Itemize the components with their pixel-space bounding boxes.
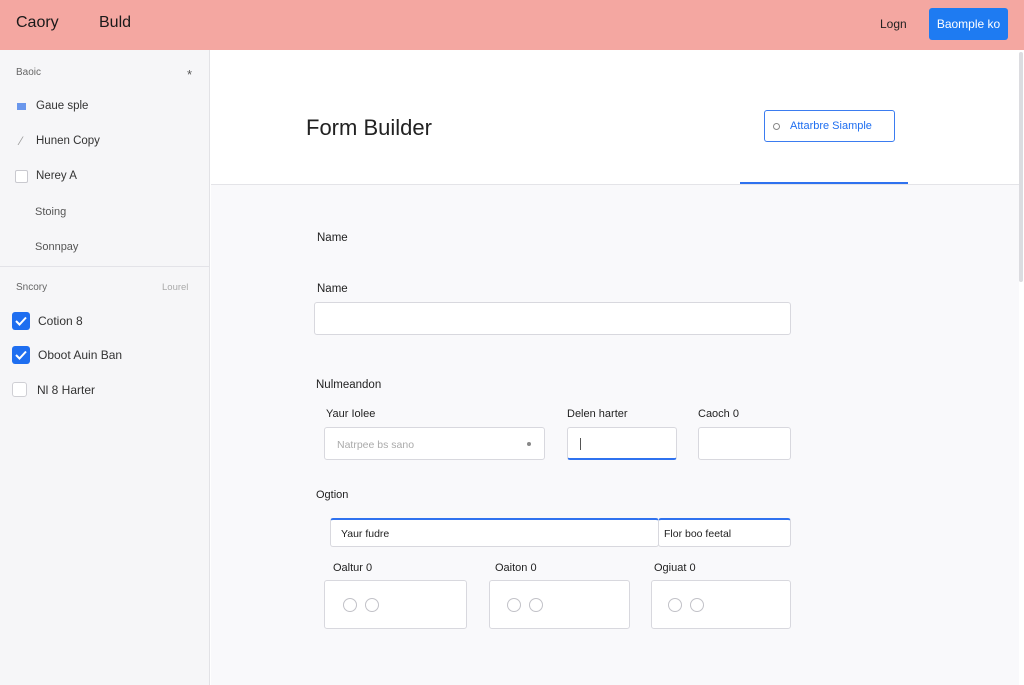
sidebar-item-label: Gaue sple: [36, 100, 89, 112]
field1-label: Yaur Iolee: [326, 408, 376, 420]
page-title: Form Builder: [306, 115, 432, 140]
options-row-right-text: Flor boo feetal: [664, 528, 732, 540]
radio-option[interactable]: [690, 598, 704, 612]
sidebar-section2-title: Sncory: [16, 282, 48, 293]
field3-input[interactable]: [698, 427, 791, 460]
radio-option[interactable]: [529, 598, 543, 612]
options-row-right[interactable]: Flor boo feetal: [658, 518, 791, 547]
sidebar-check-3[interactable]: Nl 8 Harter: [12, 382, 95, 397]
active-tab-indicator: [740, 182, 908, 184]
options-row-left-text: Yaur fudre: [341, 528, 390, 540]
radio-option[interactable]: [668, 598, 682, 612]
sidebar-check-1[interactable]: Cotion 8: [12, 312, 83, 330]
sidebar-item-label: Hunen Copy: [36, 135, 100, 147]
sidebar-section2-link[interactable]: Lourel: [162, 282, 188, 293]
checkbox-label: Nl 8 Harter: [37, 382, 96, 397]
scrollbar[interactable]: [1019, 52, 1023, 282]
checkbox-empty-icon: [14, 169, 28, 183]
sidebar-item-2[interactable]: ⁄ Hunen Copy: [14, 134, 100, 148]
cta-button[interactable]: Baomple ko: [929, 8, 1008, 40]
radio-group-2-label: Oaiton 0: [495, 562, 537, 574]
header-action-button[interactable]: Attarbre Siample: [764, 110, 895, 142]
checkbox-checked-icon[interactable]: [12, 346, 30, 364]
field2-input[interactable]: [567, 427, 677, 460]
header-action-label: Attarbre Siample: [790, 120, 872, 132]
options-label: Ogtion: [316, 489, 349, 501]
header-divider: [211, 184, 1019, 185]
radio-group-1-label: Oaltur 0: [333, 562, 373, 574]
radio-group-3[interactable]: [651, 580, 791, 629]
name-label: Name: [317, 283, 348, 295]
radio-group-3-label: Ogiuat 0: [654, 562, 696, 574]
circle-icon: [773, 122, 780, 130]
sidebar-item-label: Nerey A: [36, 170, 77, 182]
checkbox-empty-icon[interactable]: [12, 382, 27, 397]
section-label: Name: [317, 232, 348, 244]
sidebar-divider: [0, 266, 209, 267]
sidebar-item-1[interactable]: Gaue sple: [14, 99, 88, 113]
checkbox-label: Cotion 8: [38, 314, 83, 328]
star-icon[interactable]: *: [187, 67, 192, 82]
radio-option[interactable]: [507, 598, 521, 612]
sidebar-subitem-1[interactable]: Stoing: [35, 206, 66, 218]
field1-select[interactable]: Natrpee bs sano: [324, 427, 545, 460]
brand-name[interactable]: Caory: [16, 14, 59, 32]
sidebar-item-3[interactable]: Nerey A: [14, 169, 77, 183]
sidebar-section-title: Baoic: [16, 67, 42, 78]
sidebar-subitem-2[interactable]: Sonnpay: [35, 241, 78, 253]
login-link[interactable]: Logn: [880, 17, 907, 31]
field1-placeholder: Natrpee bs sano: [337, 439, 415, 451]
pencil-icon: ⁄: [19, 134, 22, 148]
radio-group-1[interactable]: [324, 580, 467, 629]
name-input[interactable]: [314, 302, 791, 335]
group-label: Nulmeandon: [316, 379, 382, 391]
checkbox-checked-icon[interactable]: [12, 312, 30, 330]
text-caret: [580, 438, 581, 450]
brand-subtitle[interactable]: Buld: [99, 14, 131, 32]
checkbox-label: Oboot Auin Ban: [38, 348, 123, 362]
options-row-left[interactable]: Yaur fudre: [330, 518, 659, 547]
radio-group-2[interactable]: [489, 580, 630, 629]
radio-option[interactable]: [343, 598, 357, 612]
field3-label: Caoch 0: [698, 408, 739, 420]
dropdown-dot-icon: [527, 442, 531, 446]
square-blue-icon: [14, 99, 28, 113]
sidebar-check-2[interactable]: Oboot Auin Ban: [12, 346, 122, 364]
top-bar: Caory Buld Logn Baomple ko: [0, 0, 1024, 50]
field2-label: Delen harter: [567, 408, 628, 420]
radio-option[interactable]: [365, 598, 379, 612]
